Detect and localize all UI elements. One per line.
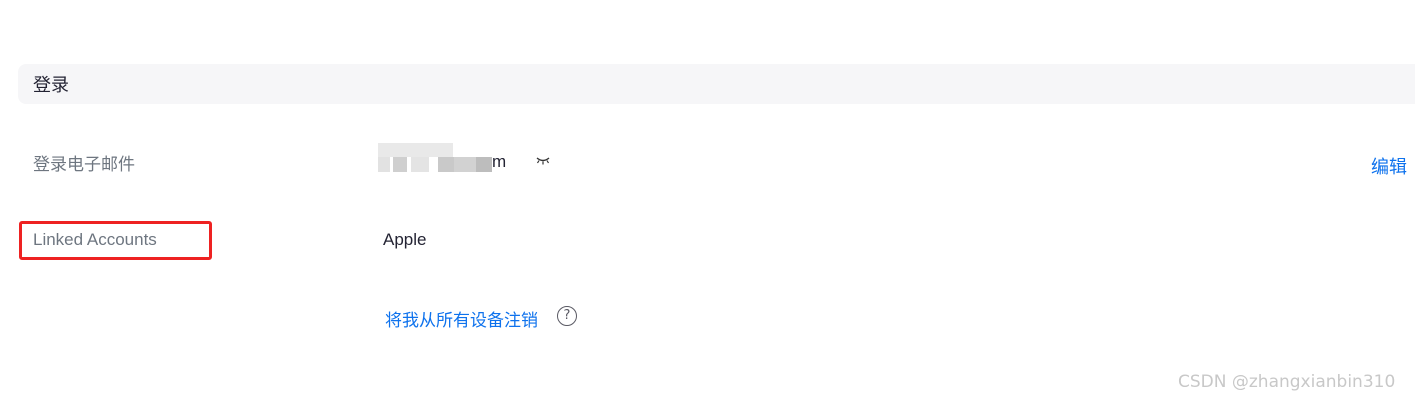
edit-email-link[interactable]: 编辑	[1371, 153, 1407, 179]
email-row-label: 登录电子邮件	[33, 155, 135, 174]
profile-signin-panel: 登录 登录电子邮件 m 编辑 Linked Accounts Apple 将我从…	[0, 0, 1415, 401]
linked-account-value: Apple	[383, 230, 427, 249]
email-redaction-mosaic	[378, 143, 453, 157]
email-suffix-text: m	[492, 152, 507, 171]
eye-closed-icon[interactable]	[535, 156, 551, 166]
watermark-text: CSDN @zhangxianbin310	[1178, 372, 1396, 392]
signout-all-devices-link[interactable]: 将我从所有设备注销	[385, 306, 538, 331]
signin-section-header: 登录	[18, 64, 1415, 104]
masked-email-value: m	[378, 143, 518, 175]
linked-accounts-highlight	[19, 221, 212, 260]
section-title: 登录	[33, 75, 69, 95]
question-circle-icon[interactable]: ?	[557, 306, 577, 326]
